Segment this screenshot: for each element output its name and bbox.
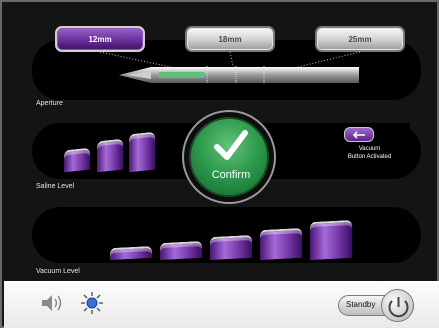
confirm-label: Confirm — [211, 169, 251, 181]
vacuum-icon — [344, 127, 374, 142]
needle-graphic — [119, 66, 359, 84]
speaker-icon[interactable] — [40, 293, 64, 313]
saline-level-bar-1 — [64, 147, 90, 173]
vacuum-level-bar-4 — [260, 227, 302, 261]
saline-level-bar-3 — [129, 131, 155, 173]
confirm-button[interactable]: Confirm — [182, 110, 276, 204]
confirm-button-face[interactable]: Confirm — [189, 117, 269, 197]
aperture-label: Aperture — [36, 100, 63, 107]
device-screen: 12mm 18mm 25mm Aperture Saline Level Vac… — [0, 0, 439, 328]
aperture-guides — [99, 51, 361, 76]
vacuum-level-bar-2 — [160, 240, 202, 261]
vacuum-level-label: Vacuum Level — [36, 268, 80, 275]
vacuum-level-bar-1 — [110, 245, 152, 261]
saline-level-label: Saline Level — [36, 183, 75, 190]
power-button[interactable] — [381, 289, 414, 322]
bottom-toolbar: Standby — [4, 281, 439, 328]
vacuum-indicator: Vacuum Button Activated — [329, 123, 410, 173]
sun-icon[interactable] — [80, 291, 104, 315]
power-icon — [388, 297, 409, 318]
vacuum-level-bar-5 — [310, 219, 352, 261]
checkmark-icon — [214, 130, 248, 160]
saline-level-bar-2 — [97, 138, 123, 173]
vacuum-level-bar-3 — [210, 234, 252, 261]
vacuum-indicator-text: Vacuum Button Activated — [347, 146, 392, 160]
standby-label: Standby — [346, 300, 376, 309]
